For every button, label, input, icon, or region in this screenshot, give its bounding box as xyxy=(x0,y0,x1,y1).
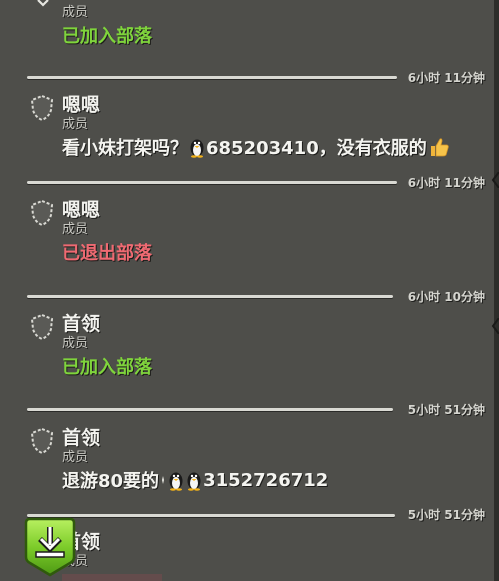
system-message: 已退出部落 xyxy=(62,243,152,264)
message-timestamp: 6小时 11分钟 xyxy=(407,71,485,85)
system-message: 已加入部落 xyxy=(62,26,152,47)
chat-text-part: 退游80要的 xyxy=(62,471,160,492)
chat-text-part: 3152726712 xyxy=(203,469,329,491)
download-button[interactable] xyxy=(24,517,76,577)
chat-text-part: 看小妹打架吗？ xyxy=(62,138,188,159)
panel-edge xyxy=(494,0,499,581)
member-role: 成员 xyxy=(62,450,89,465)
penguin-icon xyxy=(190,139,204,158)
system-message: 已加入部落 xyxy=(62,357,152,378)
sparkle-icon xyxy=(162,476,165,484)
message-divider xyxy=(27,76,397,79)
thumbs-up-icon xyxy=(430,138,449,157)
member-role: 成员 xyxy=(62,117,89,132)
member-role: 成员 xyxy=(62,336,89,351)
clan-badge-icon xyxy=(30,313,54,341)
message-divider xyxy=(27,295,393,298)
cut-off-text xyxy=(62,574,162,581)
member-role: 成员 xyxy=(62,5,89,20)
clan-chat-window: 成员 已加入部落 6小时 11分钟 嗯嗯 成员 看小妹打架吗？ 68520341… xyxy=(0,0,499,581)
penguin-icon xyxy=(187,472,201,491)
chat-text: 退游80要的 3152726712 xyxy=(62,467,328,493)
message-timestamp: 6小时 10分钟 xyxy=(407,290,485,304)
chevron-down-icon xyxy=(37,0,49,7)
member-role: 成员 xyxy=(62,222,89,237)
edge-notch-icon xyxy=(491,318,499,334)
message-timestamp: 6小时 11分钟 xyxy=(407,176,485,190)
message-timestamp: 5小时 51分钟 xyxy=(407,508,485,522)
edge-notch-icon xyxy=(491,172,499,188)
clan-badge-icon xyxy=(30,427,54,455)
message-timestamp: 5小时 51分钟 xyxy=(407,403,485,417)
chat-text: 看小妹打架吗？ 685203410，没有衣服的 xyxy=(62,134,451,160)
message-divider xyxy=(27,181,397,184)
clan-badge-icon xyxy=(30,199,54,227)
clan-badge-icon xyxy=(30,94,54,122)
message-divider xyxy=(27,408,393,411)
penguin-icon xyxy=(169,472,183,491)
download-icon xyxy=(24,517,76,577)
message-divider xyxy=(27,514,395,517)
chat-text-part: 685203410，没有衣服的 xyxy=(206,138,427,159)
